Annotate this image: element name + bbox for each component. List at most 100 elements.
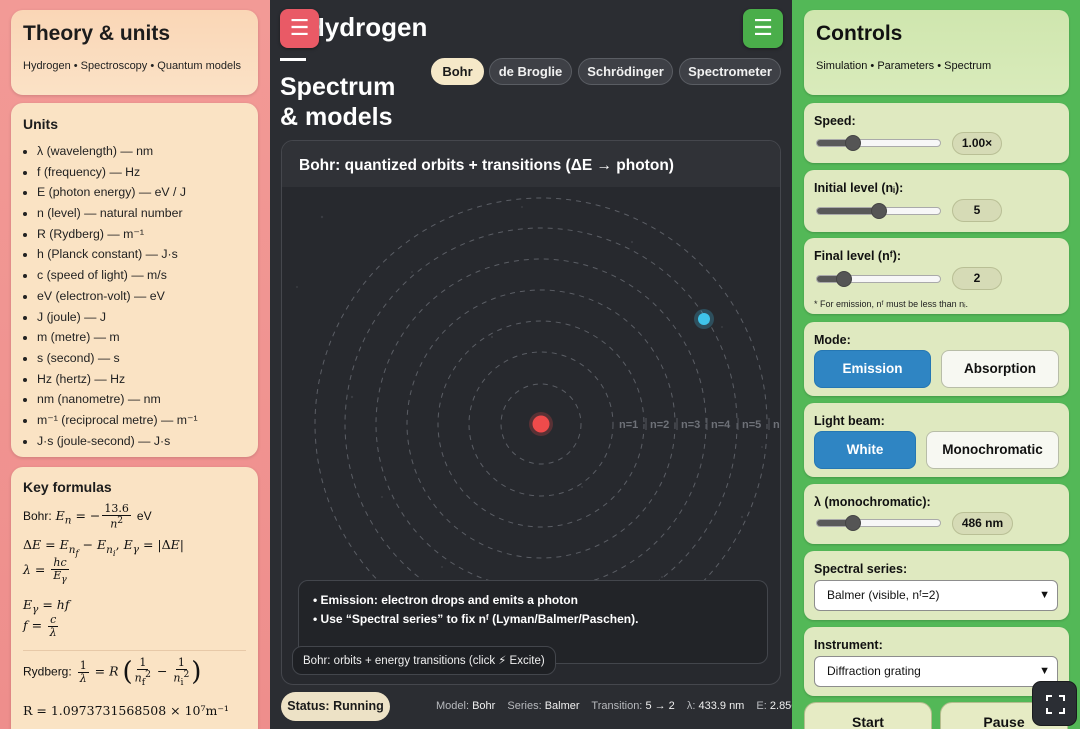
model-value: Bohr [472, 700, 496, 712]
final-level-value: 2 [952, 267, 1002, 290]
controls-title: Controls [816, 22, 903, 45]
rydberg-constant: R = 1.0973731568508 × 10⁷m⁻¹ [23, 703, 229, 718]
units-list: λ (wavelength) — nm f (frequency) — Hz E… [37, 141, 198, 451]
formula-lambda: λ = hc Eγ [23, 556, 69, 585]
info-line: • Emission: electron drops and emits a p… [313, 593, 578, 607]
tab-schrodinger[interactable]: Schrödinger [578, 58, 673, 85]
model-visualization: Bohr: quantized orbits + transitions (ΔE… [281, 140, 781, 685]
slider-knob[interactable] [870, 203, 887, 219]
transition-label: Transition: [591, 700, 643, 712]
speed-value: 1.00× [952, 132, 1002, 155]
formula-frequency: f = cλ [23, 613, 59, 639]
absorption-button[interactable]: Absorption [941, 350, 1059, 388]
monochromatic-button[interactable]: Monochromatic [926, 431, 1059, 469]
model-label: Model: [436, 700, 470, 712]
instrument-value: Diffraction grating [827, 664, 921, 678]
fullscreen-button[interactable] [1032, 681, 1077, 726]
level-label: n=5 [742, 419, 761, 431]
level-label: n=1 [619, 419, 638, 431]
final-level-control: Final level (nᶠ): 2 * For emission, nᶠ m… [804, 238, 1069, 314]
unit-item: h (Planck constant) — J·s [37, 244, 198, 265]
unit-item: λ (wavelength) — nm [37, 141, 198, 162]
unit-item: J·s (joule-second) — J·s [37, 431, 198, 452]
controls-card: Controls Simulation • Parameters • Spect… [804, 10, 1069, 95]
unit-item: m⁻¹ (reciprocal metre) — m⁻¹ [37, 410, 198, 431]
formula-divider [23, 650, 246, 651]
mode-control: Mode: Emission Absorption [804, 322, 1069, 396]
theory-title: Theory & units [23, 22, 171, 45]
formula-photon-energy: Eγ = hf [23, 597, 70, 616]
lambda-slider[interactable] [816, 515, 941, 531]
units-title: Units [23, 116, 58, 132]
formula-delta-e: ΔE = Enf − Eni, Eγ = |ΔE| [23, 537, 184, 559]
info-line: • Use “Spectral series” to fix nᶠ (Lyman… [313, 612, 639, 626]
speed-control: Speed: 1.00× [804, 103, 1069, 163]
final-level-slider[interactable] [816, 271, 941, 287]
lambda-value: 433.9 nm [698, 700, 745, 712]
instrument-select[interactable]: Diffraction grating ▼ [814, 656, 1058, 687]
level-label: n [773, 419, 780, 431]
slider-knob[interactable] [844, 515, 861, 531]
light-beam-control: Light beam: White Monochromatic [804, 403, 1069, 477]
lambda-value: 486 nm [952, 512, 1013, 535]
spectral-series-control: Spectral series: Balmer (visible, nᶠ=2) … [804, 551, 1069, 620]
instrument-label: Instrument: [814, 638, 883, 652]
chevron-down-icon: ▼ [1039, 589, 1050, 601]
unit-item: eV (electron-volt) — eV [37, 286, 198, 307]
formula-bohr-energy: Bohr: En = −13.6 n2 eV [23, 502, 152, 531]
spectral-series-select[interactable]: Balmer (visible, nᶠ=2) ▼ [814, 580, 1058, 611]
formulas-title: Key formulas [23, 479, 112, 495]
tab-de-broglie[interactable]: de Broglie [489, 58, 572, 85]
viz-title: Bohr: quantized orbits + transitions (ΔE… [299, 157, 674, 174]
nucleus [532, 415, 550, 433]
lambda-label: λ: [686, 700, 696, 712]
lambda-control: λ (monochromatic): 486 nm [804, 484, 1069, 544]
unit-item: E (photon energy) — eV / J [37, 182, 198, 203]
controls-panel: Controls Simulation • Parameters • Spect… [792, 0, 1080, 729]
left-menu-button[interactable]: ☰ [280, 9, 319, 48]
unit-item: c (speed of light) — m/s [37, 265, 198, 286]
initial-level-value: 5 [952, 199, 1002, 222]
hamburger-icon: ☰ [289, 15, 310, 40]
status-info: Model: Bohr Series: Balmer Transition: 5… [436, 700, 823, 712]
emission-button[interactable]: Emission [814, 350, 931, 388]
excite-hint-button[interactable]: Bohr: orbits + energy transitions (click… [292, 646, 556, 675]
slider-knob[interactable] [836, 271, 853, 287]
theory-card: Theory & units Hydrogen • Spectroscopy •… [11, 10, 258, 95]
unit-item: R (Rydberg) — m⁻¹ [37, 224, 198, 245]
initial-level-slider[interactable] [816, 203, 941, 219]
electron [698, 313, 710, 325]
series-value: Balmer [544, 700, 580, 712]
bohr-label: Bohr: [23, 508, 52, 523]
unit-item: s (second) — s [37, 348, 198, 369]
speed-label: Speed: [814, 114, 856, 128]
light-beam-label: Light beam: [814, 414, 885, 428]
controls-subtitle: Simulation • Parameters • Spectrum [816, 60, 992, 72]
slider-knob[interactable] [844, 135, 861, 151]
status-badge: Status: Running [281, 692, 390, 721]
start-button[interactable]: Start [804, 702, 932, 729]
right-menu-button[interactable]: ☰ [743, 9, 783, 48]
unit-item: J (joule) — J [37, 307, 198, 328]
spectral-series-label: Spectral series: [814, 562, 908, 576]
fullscreen-icon [1046, 695, 1065, 714]
tab-bohr[interactable]: Bohr [431, 58, 484, 85]
app-title: Hydrogen [306, 12, 428, 42]
unit-item: m (metre) — m [37, 327, 198, 348]
title-underline [280, 58, 306, 61]
unit-item: nm (nanometre) — nm [37, 389, 198, 410]
mode-label: Mode: [814, 333, 851, 347]
formula-rydberg: Rydberg: 1λ = R (1 nf2 − 1 ni2) [23, 656, 202, 688]
level-label: n=2 [650, 419, 669, 431]
page-title: Spectrum & models [280, 73, 396, 131]
energy-label: E: [756, 700, 767, 712]
hamburger-icon: ☰ [753, 15, 773, 40]
bohr-unit: eV [136, 508, 152, 523]
white-light-button[interactable]: White [814, 431, 916, 469]
main-area: Hydrogen ☰ ☰ Spectrum & models Bohr de B… [270, 0, 814, 729]
tab-spectrometer[interactable]: Spectrometer [679, 58, 781, 85]
unit-item: n (level) — natural number [37, 203, 198, 224]
theory-panel: Theory & units Hydrogen • Spectroscopy •… [0, 0, 270, 729]
level-label: n=3 [681, 419, 700, 431]
speed-slider[interactable] [816, 135, 941, 151]
